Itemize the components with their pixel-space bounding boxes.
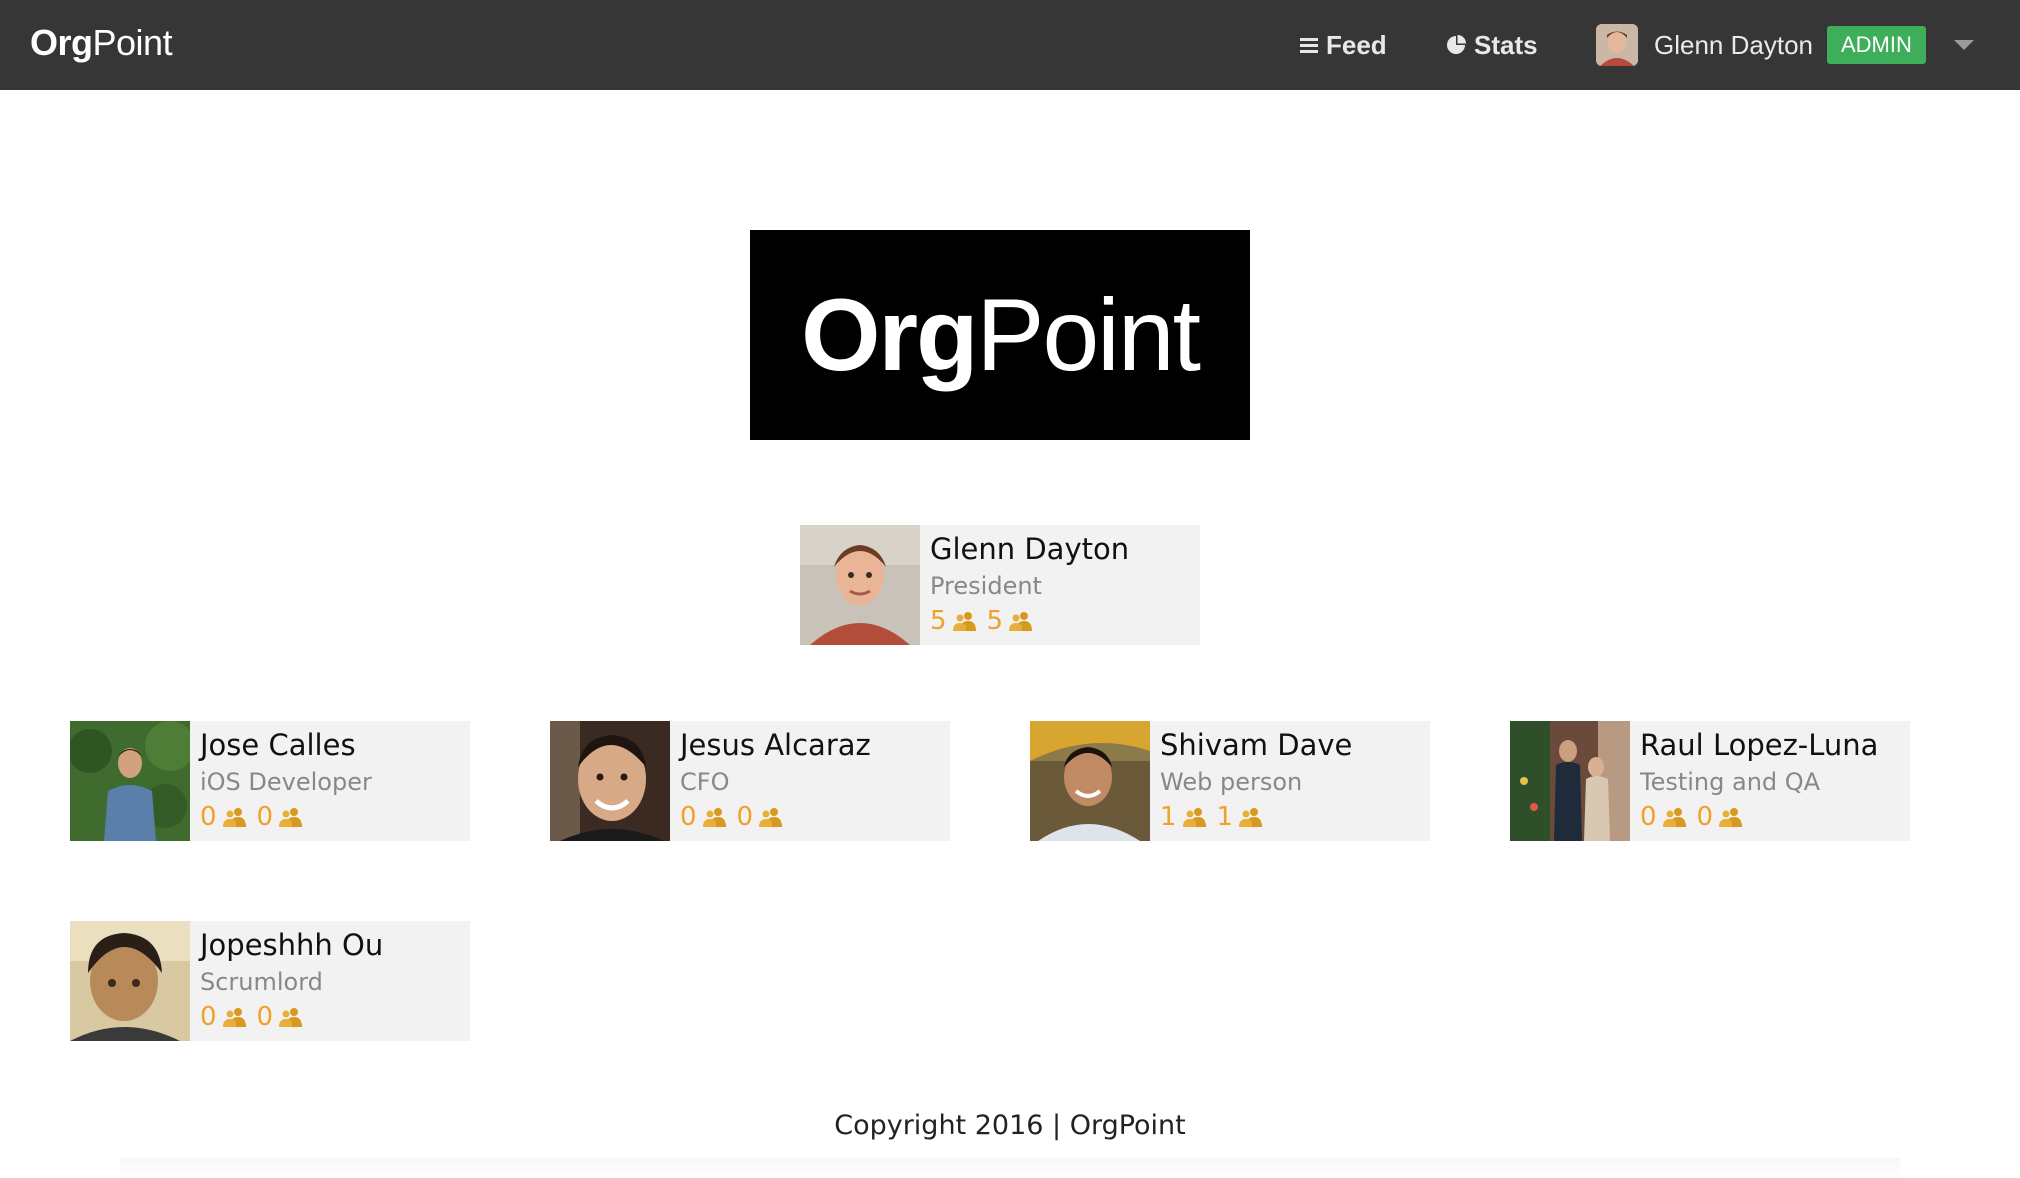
nav-feed-link[interactable]: Feed	[1300, 28, 1387, 62]
group-icon	[1239, 808, 1263, 827]
person-photo	[70, 721, 190, 841]
person-card[interactable]: Jose Calles iOS Developer 0 0	[70, 721, 470, 841]
person-photo	[550, 721, 670, 841]
count-a: 0	[1640, 802, 1657, 832]
person-counts: 0 0	[200, 799, 462, 835]
logo-regular-text: Point	[976, 277, 1200, 392]
person-name: Jose Calles	[200, 728, 356, 762]
count-b: 0	[736, 802, 754, 832]
group-icon	[952, 612, 976, 631]
count-b: 1	[1216, 802, 1234, 832]
person-card[interactable]: Shivam Dave Web person 1 1	[1030, 721, 1430, 841]
user-avatar	[1596, 24, 1638, 66]
nav-feed-label: Feed	[1326, 29, 1387, 60]
group-icon	[1182, 808, 1206, 827]
person-name: Glenn Dayton	[930, 532, 1130, 566]
brand-bold: Org	[30, 22, 93, 63]
group-icon	[759, 808, 783, 827]
count-b: 5	[986, 606, 1004, 636]
person-role: Scrumlord	[200, 968, 323, 996]
group-icon	[279, 1008, 303, 1027]
footer-divider	[120, 1158, 1900, 1178]
person-photo	[1030, 721, 1150, 841]
person-name: Jopeshhh Ou	[200, 928, 384, 962]
person-role: iOS Developer	[200, 768, 372, 796]
person-counts: 0 0	[1640, 799, 1902, 835]
orgpoint-logo-banner: Org Point	[750, 230, 1250, 440]
person-card[interactable]: Jesus Alcaraz CFO 0 0	[550, 721, 950, 841]
brand-logo-link[interactable]: OrgPoint	[30, 22, 173, 64]
group-icon	[279, 808, 303, 827]
person-name: Raul Lopez-Luna	[1640, 728, 1879, 762]
count-a: 5	[930, 606, 947, 636]
user-menu-toggle[interactable]: Glenn Dayton ADMIN	[1596, 22, 1974, 68]
person-name: Jesus Alcaraz	[680, 728, 871, 762]
count-a: 0	[200, 1002, 217, 1032]
admin-badge: ADMIN	[1826, 26, 1926, 64]
group-icon	[702, 808, 726, 827]
caret-down-icon	[1953, 40, 1974, 50]
nav-stats-label: Stats	[1474, 29, 1538, 60]
person-counts: 0 0	[680, 799, 942, 835]
count-a: 0	[200, 802, 217, 832]
count-b: 0	[256, 802, 274, 832]
person-counts: 5 5	[930, 603, 1192, 639]
person-role: Web person	[1160, 768, 1303, 796]
count-a: 0	[680, 802, 697, 832]
person-role: CFO	[680, 768, 730, 796]
person-card[interactable]: Raul Lopez-Luna Testing and QA 0 0	[1510, 721, 1910, 841]
person-counts: 0 0	[200, 999, 462, 1035]
group-icon	[1009, 612, 1033, 631]
group-icon	[222, 1008, 246, 1027]
pie-chart-icon	[1446, 35, 1466, 55]
count-a: 1	[1160, 802, 1177, 832]
logo-bold-text: Org	[801, 277, 978, 392]
person-role: President	[930, 572, 1042, 600]
person-photo	[800, 525, 920, 645]
group-icon	[1662, 808, 1686, 827]
nav-stats-link[interactable]: Stats	[1446, 28, 1538, 62]
person-role: Testing and QA	[1640, 768, 1821, 796]
group-icon	[222, 808, 246, 827]
person-card[interactable]: Jopeshhh Ou Scrumlord 0 0	[70, 921, 470, 1041]
group-icon	[1719, 808, 1743, 827]
count-b: 0	[256, 1002, 274, 1032]
person-card[interactable]: Glenn Dayton President 5 5	[800, 525, 1200, 645]
person-photo	[1510, 721, 1630, 841]
brand-regular: Point	[92, 22, 173, 63]
person-counts: 1 1	[1160, 799, 1422, 835]
person-photo	[70, 921, 190, 1041]
count-b: 0	[1696, 802, 1714, 832]
list-icon	[1300, 36, 1318, 54]
top-navbar: OrgPoint Feed Stats Glenn Dayton ADMIN	[0, 0, 2020, 90]
user-name: Glenn Dayton	[1654, 29, 1813, 60]
person-name: Shivam Dave	[1160, 728, 1353, 762]
footer-copyright: Copyright 2016 | OrgPoint	[834, 1110, 1186, 1141]
